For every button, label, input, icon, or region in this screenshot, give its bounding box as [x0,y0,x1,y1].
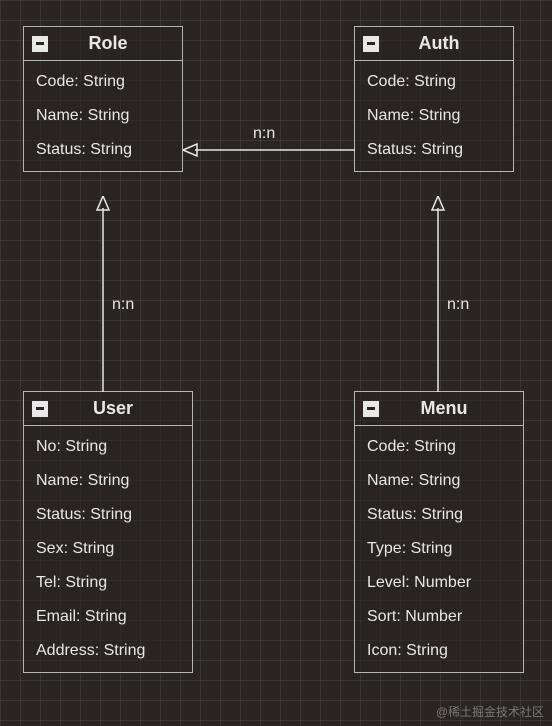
entity-role-header[interactable]: Role [24,27,182,61]
attr: Name: String [355,464,523,498]
entity-role-body: Code: String Name: String Status: String [24,61,182,171]
attr: Code: String [355,430,523,464]
entity-auth-body: Code: String Name: String Status: String [355,61,513,171]
watermark: @稀土掘金技术社区 [436,703,544,720]
collapse-icon[interactable] [32,401,48,417]
attr: Sex: String [24,532,192,566]
attr: Name: String [24,464,192,498]
entity-user[interactable]: User No: String Name: String Status: Str… [23,391,193,673]
attr: Email: String [24,600,192,634]
attr: Status: String [355,133,513,167]
attr: Sort: Number [355,600,523,634]
attr: Type: String [355,532,523,566]
connector-auth-role [183,140,355,160]
attr: Name: String [24,99,182,133]
entity-menu-body: Code: String Name: String Status: String… [355,426,523,672]
collapse-icon[interactable] [363,36,379,52]
entity-menu[interactable]: Menu Code: String Name: String Status: S… [354,391,524,673]
entity-auth-title: Auth [389,33,505,54]
attr: Name: String [355,99,513,133]
connector-user-role [93,196,113,392]
connector-menu-auth [428,196,448,392]
entity-menu-header[interactable]: Menu [355,392,523,426]
entity-auth-header[interactable]: Auth [355,27,513,61]
entity-user-body: No: String Name: String Status: String S… [24,426,192,672]
entity-role-title: Role [58,33,174,54]
entity-user-header[interactable]: User [24,392,192,426]
entity-role[interactable]: Role Code: String Name: String Status: S… [23,26,183,172]
attr: Code: String [355,65,513,99]
attr: Tel: String [24,566,192,600]
attr: Status: String [24,498,192,532]
relation-auth-role-label: n:n [253,125,275,143]
attr: Icon: String [355,634,523,668]
collapse-icon[interactable] [363,401,379,417]
relation-user-role-label: n:n [112,296,134,314]
entity-menu-title: Menu [389,398,515,419]
attr: Status: String [355,498,523,532]
attr: Status: String [24,133,182,167]
collapse-icon[interactable] [32,36,48,52]
relation-menu-auth-label: n:n [447,296,469,314]
attr: Address: String [24,634,192,668]
attr: Level: Number [355,566,523,600]
attr: No: String [24,430,192,464]
entity-auth[interactable]: Auth Code: String Name: String Status: S… [354,26,514,172]
attr: Code: String [24,65,182,99]
entity-user-title: User [58,398,184,419]
